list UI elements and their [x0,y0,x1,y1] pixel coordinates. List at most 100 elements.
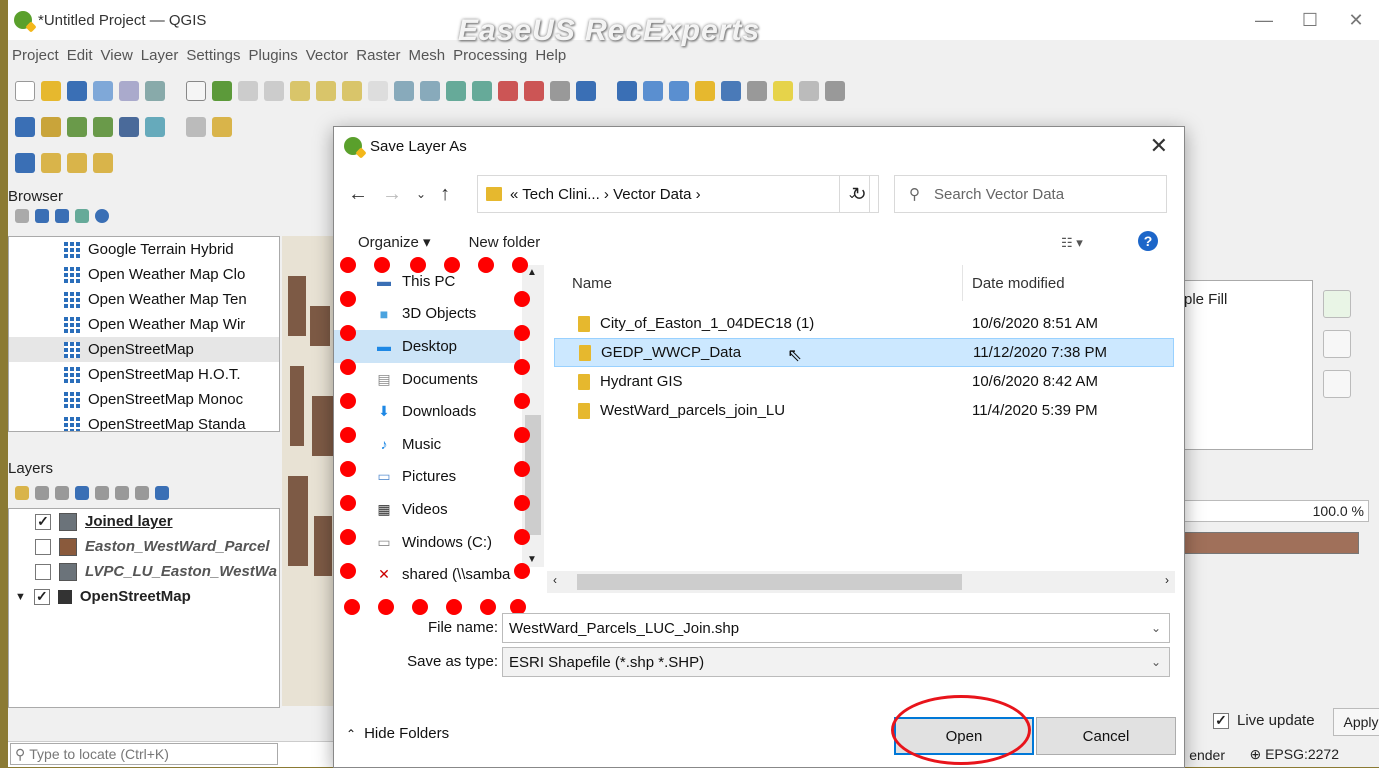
opacity-row[interactable]: 100.0 % [1183,500,1369,522]
pan-icon[interactable] [186,81,206,101]
symbol-tree[interactable]: ple Fill [1183,280,1313,450]
identify-icon[interactable] [617,81,637,101]
layer-row[interactable]: ✓ Joined layer [9,509,279,534]
zoom-full-icon[interactable] [290,81,310,101]
layer-row[interactable]: LVPC_LU_Easton_WestWa [9,559,279,584]
chevron-down-icon[interactable]: ⌄ [1151,621,1161,635]
browser-item[interactable]: Open Weather Map Clo [9,262,279,287]
nav-item-pictures[interactable]: ▭ Pictures [334,461,544,494]
add-symbol-layer-icon[interactable] [1323,290,1351,318]
data-source-manager-icon[interactable] [15,117,35,137]
remove-symbol-layer-icon[interactable] [1323,330,1351,358]
file-row[interactable]: GEDP_WWCP_Data 11/12/2020 7:38 PM ⇖ [554,338,1174,367]
select-by-value-icon[interactable] [41,153,61,173]
view-options-icon[interactable]: ☷ ▾ [1061,235,1083,251]
zoom-native-icon[interactable] [368,81,388,101]
column-separator[interactable] [962,265,963,301]
cancel-button[interactable]: Cancel [1036,717,1176,755]
collapse-all-icon[interactable] [135,486,149,500]
close-window-button[interactable]: ✕ [1333,0,1379,40]
hide-folders-button[interactable]: ⌃ Hide Folders [346,725,449,742]
color-button[interactable] [1183,532,1359,554]
layer-checkbox[interactable]: ✓ [35,513,51,530]
file-list-scrollbar[interactable]: ‹ › [547,571,1175,593]
digitize-icon[interactable] [93,117,113,137]
refresh-icon[interactable] [576,81,596,101]
new-3d-view-icon[interactable] [472,81,492,101]
file-row[interactable]: City_of_Easton_1_04DEC18 (1) 10/6/2020 8… [554,309,1174,338]
nav-item-music[interactable]: ♪ Music [334,428,544,461]
menu-edit[interactable]: Edit [67,47,93,64]
field-calculator-icon[interactable] [669,81,689,101]
browser-item[interactable]: OpenStreetMap H.O.T. [9,362,279,387]
file-row[interactable]: WestWard_parcels_join_LU 11/4/2020 5:39 … [554,396,1174,425]
attribute-table-icon[interactable] [643,81,663,101]
file-name-input[interactable]: WestWard_Parcels_LUC_Join.shp ⌄ [502,613,1170,643]
nav-item-videos[interactable]: ▦ Videos [334,493,544,526]
zoom-last-icon[interactable] [394,81,414,101]
dialog-close-icon[interactable]: ✕ [1150,133,1168,159]
edit-pencil-icon[interactable] [186,117,206,137]
menu-vector[interactable]: Vector [306,47,349,64]
expand-arrow-icon[interactable]: ▼ [15,591,26,603]
file-row[interactable]: Hydrant GIS 10/6/2020 8:42 AM [554,367,1174,396]
layer-checkbox[interactable]: ✓ [33,588,50,605]
style-icon[interactable] [15,486,29,500]
scroll-thumb[interactable] [577,574,962,590]
search-input[interactable]: ⚲ Search Vector Data [894,175,1167,213]
expand-all-icon[interactable] [115,486,129,500]
browser-item[interactable]: OpenStreetMap [9,337,279,362]
scroll-thumb[interactable] [525,415,541,535]
toggle-editing-icon[interactable] [212,117,232,137]
browser-item[interactable]: OpenStreetMap Monoc [9,387,279,412]
map-tips-icon[interactable] [773,81,793,101]
browser-item[interactable]: Google Terrain Hybrid [9,237,279,262]
zoom-out-icon[interactable] [264,81,284,101]
organize-button[interactable]: Organize ▾ [358,233,431,251]
menu-layer[interactable]: Layer [141,47,179,64]
address-bar[interactable]: « Tech Clini... › Vector Data › ⌄ [477,175,870,213]
remove-layer-icon[interactable] [155,486,169,500]
temporal-controller-icon[interactable] [550,81,570,101]
up-arrow-icon[interactable]: ↑ [440,183,450,206]
forward-arrow-icon[interactable]: → [382,183,402,206]
new-map-view-icon[interactable] [446,81,466,101]
live-update-checkbox[interactable]: ✓ [1213,712,1229,729]
measure-icon[interactable] [747,81,767,101]
add-delimited-text-icon[interactable] [67,117,87,137]
layer-row[interactable]: Easton_WestWard_Parcel [9,534,279,559]
browser-item[interactable]: Open Weather Map Wir [9,312,279,337]
minimize-button[interactable]: — [1241,0,1287,40]
layout-manager-icon[interactable] [145,81,165,101]
zoom-selection-icon[interactable] [316,81,336,101]
recent-locations-icon[interactable]: ⌄ [416,187,426,201]
zoom-in-icon[interactable] [238,81,258,101]
select-by-location-icon[interactable] [93,153,113,173]
collapse-icon[interactable] [75,209,89,223]
scroll-right-icon[interactable]: › [1165,573,1169,587]
menu-plugins[interactable]: Plugins [249,47,298,64]
nav-item-this-pc[interactable]: ▬ This PC [334,265,544,298]
layer-row[interactable]: ▼ ✓ OpenStreetMap [9,584,279,609]
save-as-icon[interactable] [93,81,113,101]
maximize-button[interactable]: ☐ [1287,0,1333,40]
add-wms-icon[interactable] [119,117,139,137]
statistics-icon[interactable] [721,81,741,101]
save-type-select[interactable]: ESRI Shapefile (*.shp *.SHP) ⌄ [502,647,1170,677]
nav-item-downloads[interactable]: ⬇ Downloads [334,395,544,428]
nav-item-documents[interactable]: ▤ Documents [334,363,544,396]
crs-status[interactable]: ⊕ EPSG:2272 [1249,746,1339,763]
filter-icon[interactable] [55,209,69,223]
menu-project[interactable]: Project [12,47,59,64]
open-button[interactable]: Open [894,717,1034,755]
apply-button[interactable]: Apply [1333,708,1379,736]
processing-toolbox-icon[interactable] [695,81,715,101]
add-vector-layer-icon[interactable] [41,117,61,137]
layer-checkbox[interactable] [35,563,51,580]
scroll-left-icon[interactable]: ‹ [553,573,557,587]
bookmark-icon[interactable] [498,81,518,101]
print-layout-icon[interactable] [119,81,139,101]
expression-filter-icon[interactable] [95,486,109,500]
layer-filter-icon[interactable] [75,486,89,500]
search-tool-icon[interactable] [799,81,819,101]
